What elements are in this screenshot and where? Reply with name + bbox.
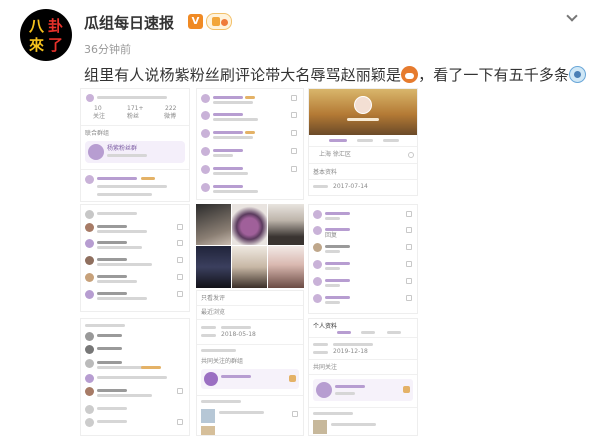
surprised-emoji-icon [569,66,587,83]
screenshot-photo-grid[interactable] [196,204,304,288]
mid-tab-label: 最近浏览 [201,309,226,316]
group-card[interactable]: 杨紫粉丝群 [85,141,185,163]
mid-date: 2018-05-18 [221,331,256,338]
mid-group-card[interactable] [201,369,299,389]
tab-follow-label: 关注 [93,113,106,120]
group-name: 杨紫粉丝群 [107,145,138,152]
photo-1[interactable] [196,204,231,245]
screenshot-mid-info[interactable]: 只看发评 最近浏览 2018-05-18 共同关注的群组 [196,290,304,436]
avatar-glyph: 了 [48,36,64,54]
mid-section2-label: 共同关注的群组 [201,358,244,365]
avatar-glyph: 來 [28,36,44,54]
profile-location: 上海 徐汇区 [319,151,351,158]
mid-section-label: 只看发评 [201,295,226,302]
right-section-label: 个人资料 [313,323,338,330]
post-text-main: 组里有人说杨紫粉丝刷评论带大名辱骂赵丽颖是 [84,66,402,84]
author-name[interactable]: 瓜组每日速报 [84,12,174,33]
profile-date: 2017-07-14 [333,183,368,190]
group-avatar [88,144,104,160]
post-text-tail: ，看了一下有五千多条 [418,66,570,84]
photo-5[interactable] [232,246,267,288]
author-avatar[interactable]: 八 卦 來 了 [20,9,72,61]
photo-2[interactable] [232,204,267,245]
post-time: 36分钟前 [84,43,131,56]
photo-3[interactable] [268,204,304,245]
screenshot-right-replies[interactable]: 回复 [308,204,418,314]
profile-avatar[interactable] [354,96,372,114]
avatar-glyph: 八 [28,17,44,35]
screenshot-reply-list[interactable] [80,318,190,436]
avatar-glyph: 卦 [48,17,64,35]
post-text: 组里有人说杨紫粉丝刷评论带大名辱骂赵丽颖是 ，看了一下有五千多条 [84,64,587,85]
right-date: 2019-12-18 [333,348,368,355]
vip-badge-icon: V [188,14,203,29]
fox-emoji-icon [401,66,419,83]
profile-section-label: 基本资料 [313,169,338,176]
screenshot-comment-list[interactable] [80,204,190,312]
stat-posts: 222 [165,105,177,112]
photo-4[interactable] [196,246,231,288]
stat-follow: 10 [94,105,102,112]
right-group-card[interactable] [313,379,413,401]
right-sub-label: 共同关注 [313,364,338,371]
screenshot-profile-stats[interactable]: 10 171+ 222 关注 粉丝 微博 联合群组 杨紫粉丝群 [80,88,190,202]
photo-6[interactable] [268,246,304,288]
weibo-post: 八 卦 來 了 瓜组每日速报 V 36分钟前 组里有人说杨紫粉丝刷评论带大名辱骂… [0,0,600,439]
reply-label: 回复 [325,232,338,239]
tab-posts-label: 微博 [164,113,177,120]
tab-fans-label: 粉丝 [127,113,140,120]
fans-badge-icon[interactable] [206,13,232,30]
chevron-down-icon[interactable] [566,10,578,22]
group-section-label: 联合群组 [85,130,110,137]
screenshot-comment-tags[interactable] [196,88,304,200]
stat-fans: 171+ [127,105,144,112]
screenshot-right-details[interactable]: 个人资料 2019-12-18 共同关注 [308,318,418,436]
screenshot-profile-header[interactable]: 上海 徐汇区 基本资料 2017-07-14 [308,88,418,196]
